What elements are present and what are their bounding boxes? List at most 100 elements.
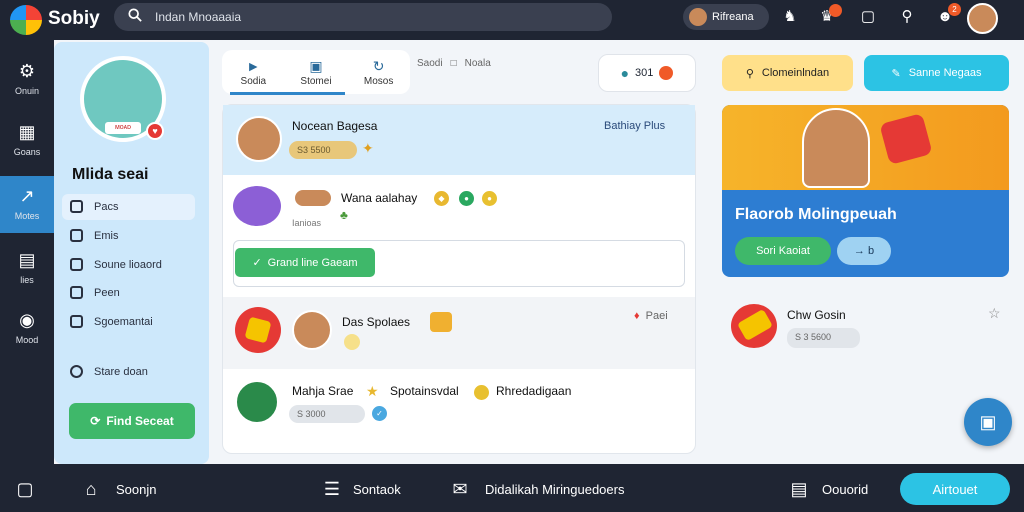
chart-icon: ▦ (18, 122, 36, 142)
profile-item-soune[interactable]: Soune lioaord (62, 252, 195, 278)
post4-extra2: Rhredadigaan (496, 384, 572, 398)
banner-title: Flaorob Molingpeuah (735, 206, 897, 223)
coin-icon (474, 385, 489, 400)
message-icon: ✉ (452, 479, 468, 499)
checkbox-icon (70, 315, 83, 328)
sync-icon: ↻ (372, 57, 385, 74)
post3-name: Das Spolaes (342, 315, 411, 329)
find-button[interactable]: ⟳ Find Seceat (69, 403, 195, 439)
sparkle-icon: ✦ (362, 140, 374, 156)
calendar-icon: ▣ (309, 57, 323, 74)
app-brand: Sobiy (48, 8, 100, 29)
bottom-item-doc[interactable]: ▤ Oouorid (788, 478, 868, 500)
user-name: Rifreana (712, 11, 754, 23)
badge-icon: ● (459, 191, 474, 206)
blue-action-button[interactable]: ✎ Sanne Negaas (864, 55, 1009, 91)
post2-avatars (293, 188, 333, 208)
document-icon: ▤ (790, 479, 808, 499)
play-icon: ► (246, 57, 261, 74)
bottom-item-list[interactable]: ☰ Sontaok (321, 478, 401, 500)
tab-extras[interactable]: Saodi □ Noala (417, 58, 491, 69)
share-icon: ↗ (19, 186, 35, 206)
user-avatar (689, 8, 707, 26)
about-button[interactable]: Airtouet (900, 473, 1010, 505)
book-icon: ▤ (18, 250, 36, 270)
post1-tag[interactable]: Bathiay Plus (604, 120, 665, 132)
checkbox-icon (70, 258, 83, 271)
rail-item-motes[interactable]: ↗ Motes (0, 185, 54, 241)
yellow-action-button[interactable]: ⚲ Clomeinlndan (722, 55, 853, 91)
bottom-item-messages[interactable]: ✉ Didalikah Miringuedoers (449, 478, 624, 500)
card-name: Chw Gosin (787, 308, 846, 322)
profile-avatar-label: ᴍᴏᴀᴅ (105, 122, 141, 134)
check-circle-icon (70, 365, 83, 378)
check-icon: ✓ (252, 257, 262, 269)
bottom-item-home[interactable]: ⌂ Soonjn (80, 478, 157, 500)
frame-icon[interactable]: ▢ (859, 8, 877, 26)
rail-item-goans[interactable]: ▦ Goans (0, 121, 54, 177)
post1-pill: S3 5500 (289, 141, 357, 159)
post3-tag[interactable]: ♦ Paei (634, 310, 668, 322)
banner-person (802, 108, 870, 188)
star-icon: ★ (366, 383, 379, 399)
rail-item-lies[interactable]: ▤ lies (0, 249, 54, 305)
bell-badge-icon (659, 66, 674, 80)
post4-avatar[interactable] (235, 380, 279, 424)
checkbox-icon (70, 229, 83, 242)
rail-item-mood[interactable]: ◉ Mood (0, 309, 54, 365)
edit-icon: ✎ (891, 67, 901, 80)
banner-primary-button[interactable]: Sori Kaoiat (735, 237, 831, 265)
profile-avatar-top[interactable] (967, 3, 998, 34)
verified-icon: ✓ (372, 406, 387, 421)
profile-item-pacs[interactable]: Pacs (62, 194, 195, 220)
box-icon (430, 312, 452, 332)
clover-icon: ♣ (340, 208, 348, 222)
home-icon: ⌂ (85, 479, 97, 499)
search-icon: ⚲ (745, 67, 754, 80)
rail-item-onuin[interactable]: ⚙ Onuin (0, 60, 54, 116)
heart-icon: ♥ (146, 122, 164, 140)
post1-avatar[interactable] (236, 116, 282, 162)
post2-icon[interactable] (233, 186, 281, 226)
tab-mosos[interactable]: ↻ Mosos (355, 58, 402, 87)
notification-badge: 2 (948, 3, 961, 16)
gem-icon: ◆ (434, 191, 449, 206)
tab-stomei[interactable]: ▣ Stomei (292, 58, 339, 87)
profile-item-emis[interactable]: Emis (62, 223, 195, 249)
list-icon: ☰ (323, 479, 341, 499)
refresh-icon: ⟳ (90, 414, 101, 428)
post4-name: Mahja Srae (292, 384, 354, 398)
app-logo-icon[interactable] (10, 5, 42, 35)
post2-name: Wana aalahay (341, 191, 418, 205)
tab-bar: ► Sodia ▣ Stomei ↻ Mosos (222, 50, 410, 94)
chat-icon: ◉ (19, 310, 35, 330)
grand-button[interactable]: ✓ Grand line Gaeam (235, 248, 375, 277)
post2-sub: Ianioas (292, 218, 322, 228)
coin-icon: ● (620, 65, 630, 81)
doc-icon: □ (450, 58, 457, 69)
feed-head (223, 105, 695, 175)
puzzle-icon[interactable]: ♞ (781, 8, 799, 26)
coin-icon (344, 334, 360, 350)
gear-icon: ⚙ (18, 61, 36, 81)
search-icon (128, 8, 142, 22)
search-input[interactable]: Indan Mnoaaaia (155, 10, 241, 24)
counter-widget[interactable]: ● 301 (598, 54, 696, 92)
profile-item-sgoemantai[interactable]: Sgoemantai (62, 309, 195, 335)
chat-bubble-icon (70, 200, 83, 213)
post4-extra1: Spotainsvdal (390, 384, 459, 398)
profile-item-stare-doan[interactable]: Stare doan (62, 359, 195, 385)
cube-icon[interactable]: ▢ (14, 478, 36, 500)
floating-action-button[interactable]: ▣ (964, 398, 1012, 446)
checkbox-icon (70, 286, 83, 299)
search-top-icon[interactable]: ⚲ (898, 8, 916, 26)
card-pill: S 3 5600 (787, 328, 860, 348)
profile-name: Mlida seai (72, 166, 149, 183)
post4-pill: S 3000 (289, 405, 365, 423)
pin-icon[interactable]: ☆ (988, 305, 1001, 322)
coin-icon: ● (482, 191, 497, 206)
tab-sodia[interactable]: ► Sodia (230, 58, 277, 87)
profile-item-peen[interactable]: Peen (62, 280, 195, 306)
post3-avatar[interactable] (292, 310, 332, 350)
banner-secondary-button[interactable]: → b (837, 237, 891, 265)
